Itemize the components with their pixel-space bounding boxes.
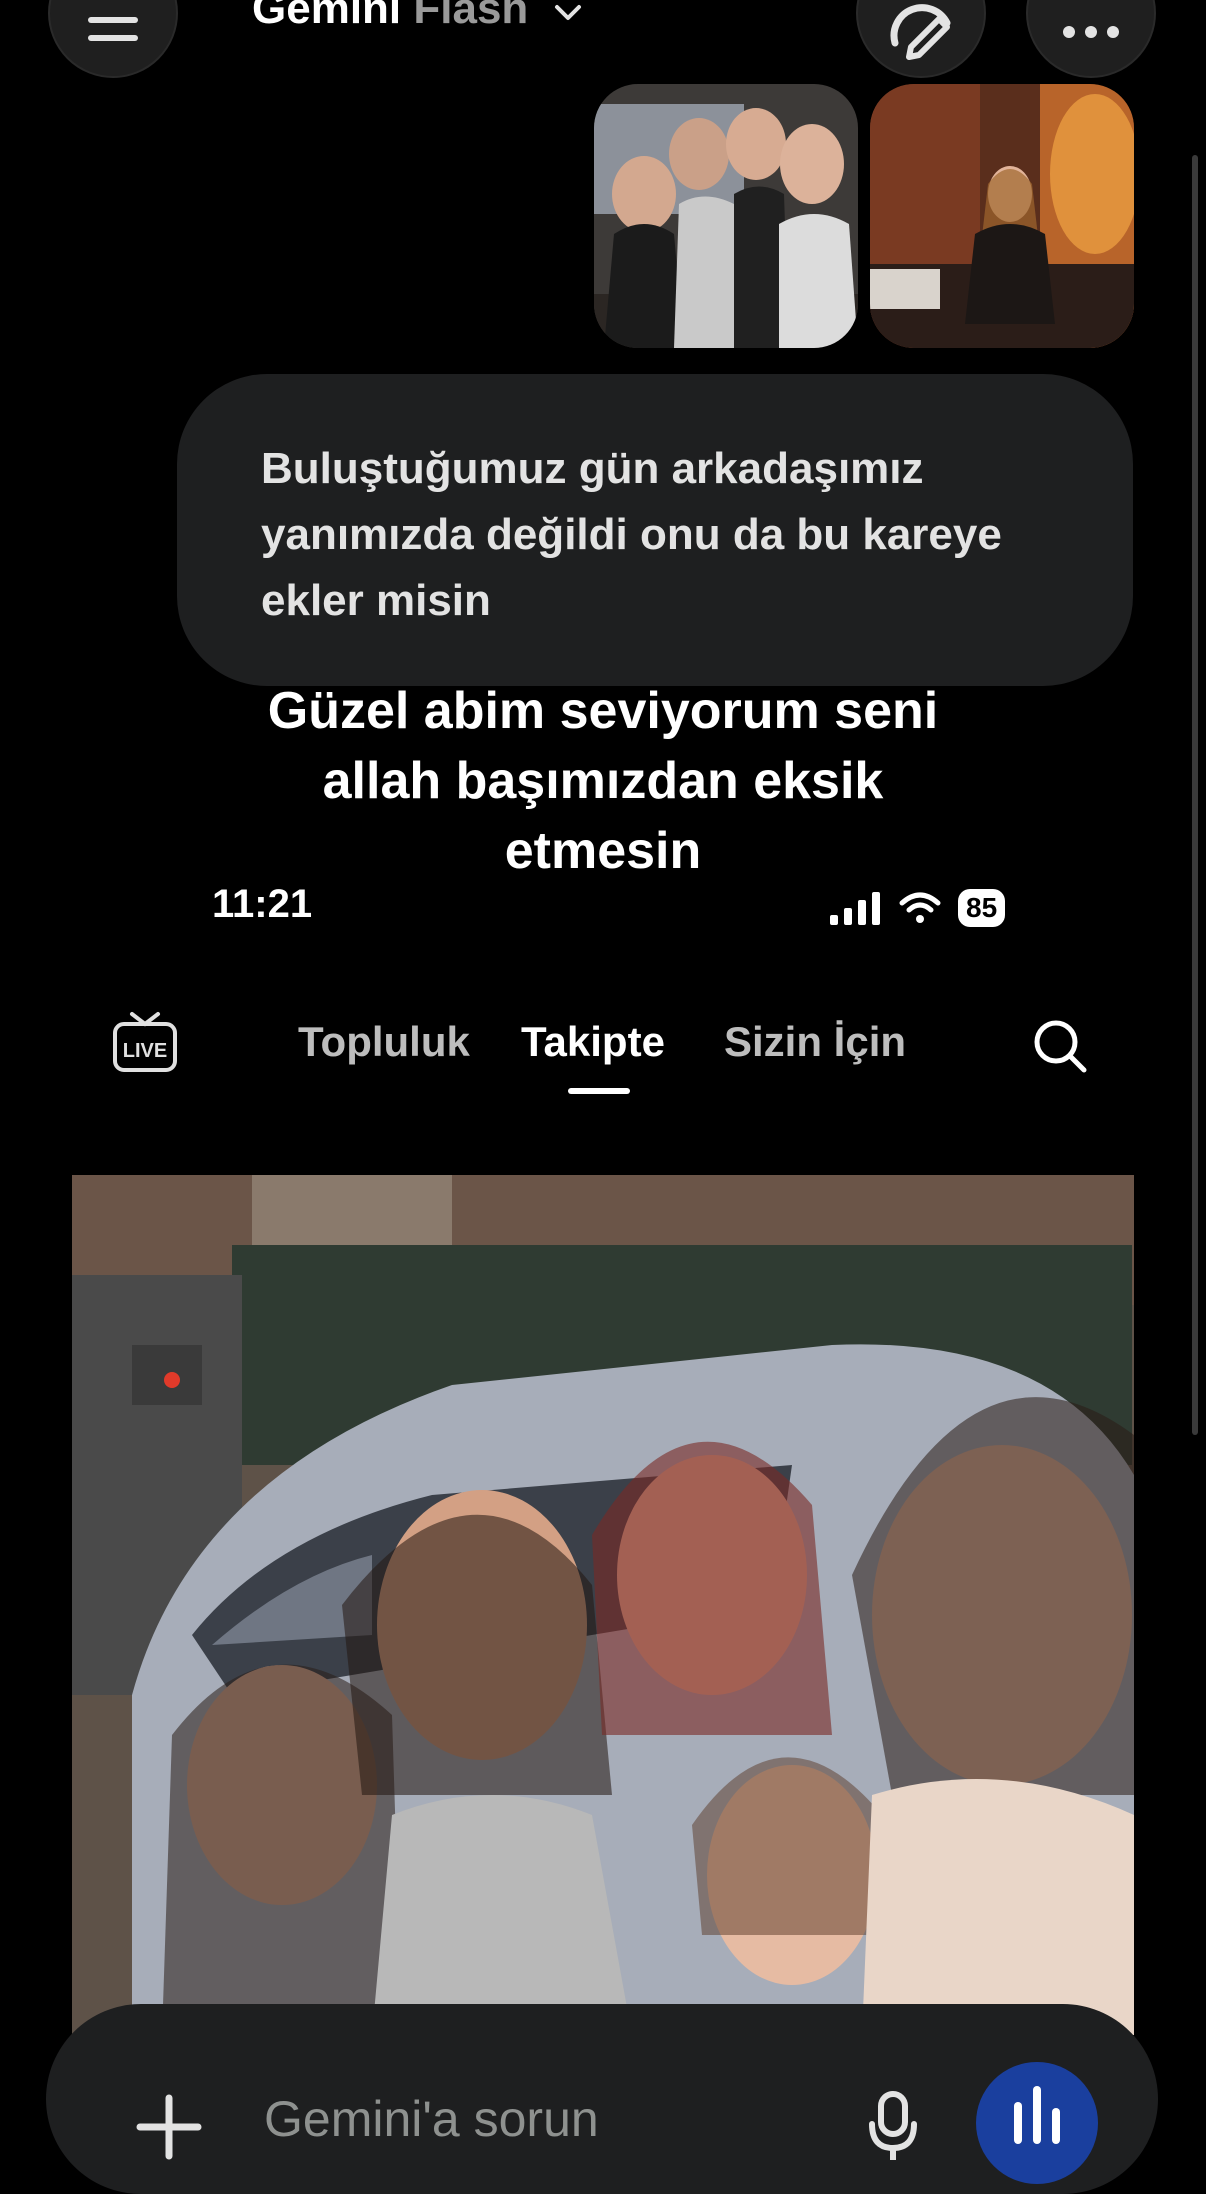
new-chat-button[interactable]	[856, 0, 986, 78]
prompt-input[interactable]: Gemini'a sorun	[264, 2090, 599, 2148]
menu-icon	[88, 17, 138, 41]
model-selector[interactable]: Gemini Flash	[252, 0, 583, 34]
story-caption: Güzel abim seviyorum seni allah başımızd…	[267, 682, 939, 880]
tab-sizin-icin[interactable]: Sizin İçin	[724, 1018, 906, 1066]
wifi-icon	[899, 892, 941, 923]
tab-takipte[interactable]: Takipte	[521, 1018, 665, 1066]
more-horizontal-icon	[1063, 26, 1119, 38]
edit-pen-icon	[890, 4, 951, 60]
live-voice-button[interactable]	[976, 2062, 1098, 2184]
scrollbar[interactable]	[1192, 155, 1198, 1435]
menu-button[interactable]	[48, 0, 178, 78]
svg-text:LIVE: LIVE	[123, 1040, 167, 1062]
status-icons: 85	[828, 886, 1006, 930]
feed-navigation: LIVE Topluluk Takipte Sizin İçin	[0, 1000, 1206, 1100]
shared-group-photo[interactable]	[72, 1175, 1134, 2035]
microphone-icon[interactable]	[866, 2090, 920, 2160]
battery-indicator: 85	[958, 889, 1006, 927]
user-message-bubble: Buluştuğumuz gün arkadaşımız yanımızda d…	[177, 374, 1133, 686]
plus-icon[interactable]	[134, 2092, 204, 2162]
tab-topluluk[interactable]: Topluluk	[298, 1018, 470, 1066]
model-name: Gemini	[252, 0, 402, 33]
group-photo-thumbnail	[594, 84, 858, 348]
attachment-image-friend-photo[interactable]	[870, 84, 1134, 348]
user-message-text: Buluştuğumuz gün arkadaşımız yanımızda d…	[261, 444, 1002, 625]
group-photo-image	[72, 1175, 1134, 2035]
friend-photo-thumbnail	[870, 84, 1134, 348]
attachment-image-group-photo[interactable]	[594, 84, 858, 348]
active-tab-indicator	[568, 1088, 630, 1094]
live-icon[interactable]: LIVE	[112, 1010, 178, 1076]
more-options-button[interactable]	[1026, 0, 1156, 78]
search-icon[interactable]	[1030, 1016, 1090, 1076]
chevron-down-icon	[554, 5, 581, 20]
model-variant: Flash	[413, 0, 529, 33]
signal-icon	[830, 892, 880, 925]
status-time: 11:21	[212, 882, 313, 926]
voice-waveform-icon	[1014, 2086, 1060, 2144]
